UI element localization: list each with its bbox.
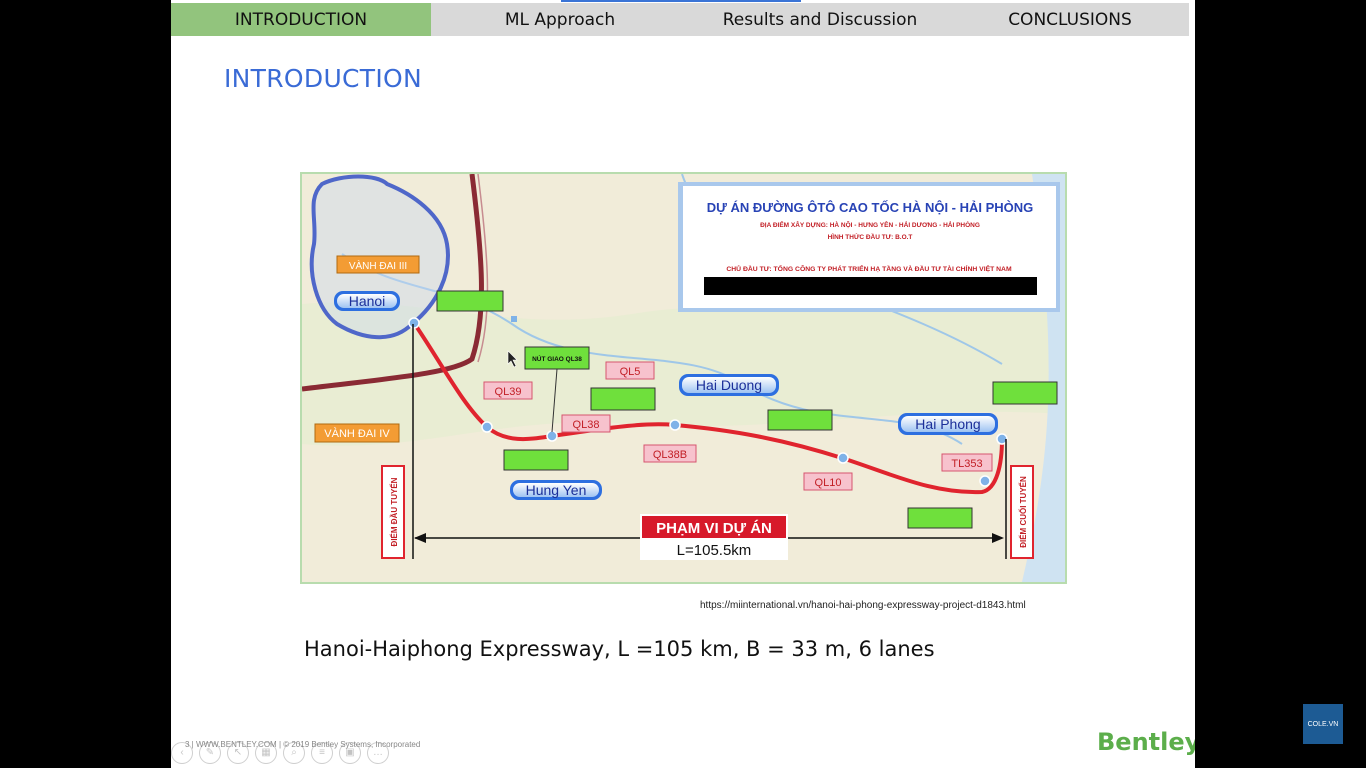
- junction-callout: [767, 409, 833, 431]
- expressway-map: DỰ ÁN ĐƯỜNG ÔTÔ CAO TỐC HÀ NỘI - HẢI PHÒ…: [300, 172, 1067, 584]
- tab-conclusions[interactable]: CONCLUSIONS: [951, 3, 1189, 36]
- pointer-icon[interactable]: ↖: [227, 742, 249, 764]
- page-title: INTRODUCTION: [224, 64, 423, 93]
- end-point-label: ĐIỂM CUỐI TUYẾN: [1018, 476, 1028, 548]
- route-node: [979, 475, 991, 487]
- junction-callout: [907, 507, 973, 529]
- pen-icon[interactable]: ✎: [199, 742, 221, 764]
- grid-icon[interactable]: ▦: [255, 742, 277, 764]
- presenter-toolbar: ‹ ✎ ↖ ▦ ⌕ ≡ ▣ …: [171, 742, 389, 764]
- source-link[interactable]: https://miinternational.vn/hanoi-hai-pho…: [700, 600, 1026, 611]
- junction-marker: [511, 316, 517, 322]
- project-title: DỰ ÁN ĐƯỜNG ÔTÔ CAO TỐC HÀ NỘI - HẢI PHÒ…: [707, 200, 1034, 215]
- redacted-bar: [704, 277, 1037, 295]
- junction-callout: [436, 290, 504, 312]
- junction-callout: [503, 449, 569, 471]
- slide: INTRODUCTION ML Approach Results and Dis…: [171, 0, 1195, 768]
- menu-icon[interactable]: ≡: [311, 742, 333, 764]
- ring-road-iii-label: VÀNH ĐAI III: [349, 259, 407, 272]
- previous-icon[interactable]: ‹: [171, 742, 193, 764]
- city-hanoi: Hanoi: [349, 293, 386, 309]
- section-nav: INTRODUCTION ML Approach Results and Dis…: [171, 3, 1189, 36]
- start-point-label: ĐIỂM ĐẦU TUYẾN: [389, 477, 399, 546]
- tab-ml-approach[interactable]: ML Approach: [431, 3, 689, 36]
- camera-icon[interactable]: ▣: [339, 742, 361, 764]
- road-ql10: QL10: [815, 477, 842, 489]
- progress-bar: [561, 0, 801, 2]
- route-node: [481, 421, 493, 433]
- scope-length: L=105.5km: [677, 542, 752, 559]
- project-location: ĐỊA ĐIỂM XÂY DỰNG: HÀ NỘI - HƯNG YÊN - H…: [760, 220, 980, 229]
- city-hai-duong: Hai Duong: [696, 377, 762, 393]
- route-node: [408, 317, 420, 329]
- route-node: [669, 419, 681, 431]
- tab-results-discussion[interactable]: Results and Discussion: [689, 3, 951, 36]
- ring-road-iv-label: VÀNH ĐAI IV: [324, 427, 390, 440]
- zoom-icon[interactable]: ⌕: [283, 742, 305, 764]
- route-node: [546, 430, 558, 442]
- junction-callout: [590, 387, 656, 411]
- road-ql38b: QL38B: [653, 449, 687, 461]
- map-svg: DỰ ÁN ĐƯỜNG ÔTÔ CAO TỐC HÀ NỘI - HẢI PHÒ…: [302, 174, 1065, 582]
- junction-ql38-label: NÚT GIAO QL38: [532, 354, 582, 363]
- road-tl353: TL353: [951, 458, 982, 470]
- slide-caption: Hanoi-Haiphong Expressway, L =105 km, B …: [304, 637, 935, 661]
- road-ql5: QL5: [620, 366, 641, 378]
- tab-introduction[interactable]: INTRODUCTION: [171, 3, 431, 36]
- watermark-badge: COLE.VN: [1303, 704, 1343, 744]
- route-node: [837, 452, 849, 464]
- bentley-logo: Bentley: [1097, 728, 1195, 756]
- city-hung-yen: Hung Yen: [526, 482, 587, 498]
- road-ql39: QL39: [495, 386, 522, 398]
- more-icon[interactable]: …: [367, 742, 389, 764]
- junction-callout: [992, 381, 1058, 405]
- scope-title: PHẠM VI DỰ ÁN: [656, 520, 772, 537]
- city-hai-phong: Hai Phong: [915, 416, 980, 432]
- road-ql38: QL38: [573, 419, 600, 431]
